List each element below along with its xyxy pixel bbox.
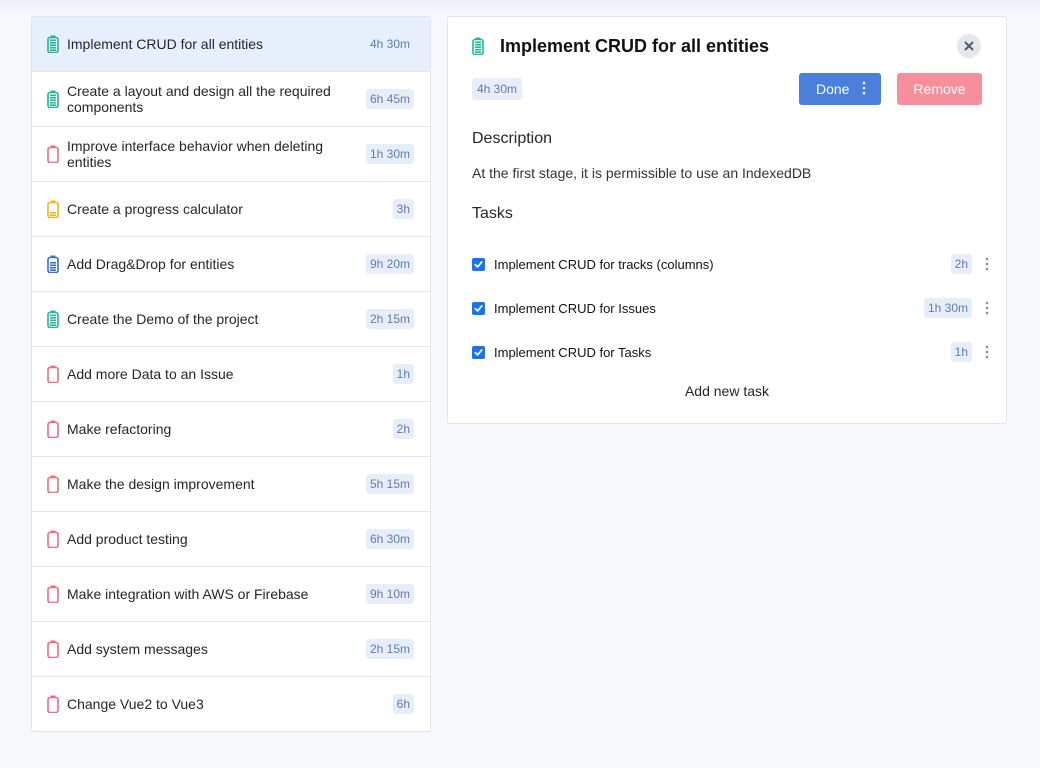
battery-icon (47, 530, 59, 548)
done-button-label: Done (816, 81, 850, 97)
estimate-badge: 4h 30m (472, 78, 523, 100)
issue-list-item[interactable]: Add product testing 6h 30m (32, 512, 430, 567)
task-estimate-badge: 2h (950, 254, 972, 274)
battery-icon (47, 585, 59, 603)
task-title: Implement CRUD for tracks (columns) (494, 256, 714, 272)
task-estimate-badge: 1h (950, 342, 972, 362)
estimate-badge: 1h (392, 364, 414, 384)
done-button[interactable]: Done (799, 73, 881, 105)
estimate-badge: 1h 30m (365, 144, 414, 164)
remove-button[interactable]: Remove (897, 73, 982, 105)
issue-list-item[interactable]: Create the Demo of the project 2h 15m (32, 292, 430, 347)
estimate-badge: 6h (392, 694, 414, 714)
top-shadow (0, 0, 1040, 14)
estimate-badge: 6h 30m (365, 529, 414, 549)
issue-list-item[interactable]: Create a progress calculator 3h (32, 182, 430, 237)
description-text: At the first stage, it is permissible to… (472, 165, 812, 181)
task-checkbox[interactable] (472, 257, 485, 271)
add-new-task-button[interactable]: Add new task (448, 383, 1006, 399)
issue-title: Add more Data to an Issue (67, 366, 234, 382)
estimate-badge: 6h 45m (365, 89, 414, 109)
close-icon (964, 41, 974, 51)
battery-icon (47, 145, 59, 163)
estimate-badge: 9h 10m (365, 584, 414, 604)
close-button[interactable] (957, 34, 981, 58)
issue-title: Add Drag&Drop for entities (67, 256, 235, 272)
battery-icon (47, 255, 59, 273)
issue-title: Change Vue2 to Vue3 (67, 696, 204, 712)
battery-icon (47, 365, 59, 383)
estimate-badge: 4h 30m (369, 37, 410, 51)
battery-icon (47, 695, 59, 713)
issue-title: Implement CRUD for all entities (67, 36, 264, 52)
task-title: Implement CRUD for Tasks (494, 344, 652, 360)
battery-icon (47, 310, 59, 328)
issue-detail-panel: Implement CRUD for all entities 4h 30m D… (447, 16, 1007, 424)
issue-list: Implement CRUD for all entities 4h 30m Cre… (31, 16, 431, 732)
issue-title: Create the Demo of the project (67, 311, 259, 327)
kebab-icon[interactable] (862, 80, 866, 99)
battery-icon (47, 475, 59, 493)
issue-title: Improve interface behavior when deleting… (67, 138, 324, 170)
issue-list-item[interactable]: Implement CRUD for all entities 4h 30m (32, 17, 430, 72)
issue-title: Make refactoring (67, 421, 172, 437)
battery-icon (47, 420, 59, 438)
battery-icon (472, 37, 484, 55)
issue-title: Create a progress calculator (67, 201, 243, 217)
task-checkbox[interactable] (472, 301, 485, 315)
kebab-icon[interactable] (982, 344, 992, 360)
issue-list-item[interactable]: Change Vue2 to Vue3 6h (32, 677, 430, 731)
issue-list-item[interactable]: Improve interface behavior when deleting… (32, 127, 430, 182)
issue-title: Create a layout and design all the requi… (67, 83, 331, 115)
issue-title: Make integration with AWS or Firebase (67, 586, 309, 602)
issue-title: Add system messages (67, 641, 208, 657)
estimate-badge: 3h (392, 199, 414, 219)
estimate-badge: 2h 15m (365, 309, 414, 329)
issue-list-item[interactable]: Add system messages 2h 15m (32, 622, 430, 677)
issue-list-item[interactable]: Make the design improvement 5h 15m (32, 457, 430, 512)
task-checkbox[interactable] (472, 345, 485, 359)
issue-title: Make the design improvement (67, 476, 255, 492)
battery-icon (47, 90, 59, 108)
battery-icon (47, 35, 59, 53)
task-item: Implement CRUD for Tasks 1h (472, 341, 992, 363)
battery-icon (47, 640, 59, 658)
kebab-icon[interactable] (982, 300, 992, 316)
estimate-badge: 2h (392, 419, 414, 439)
description-heading: Description (472, 130, 553, 147)
issue-detail-title: Implement CRUD for all entities (500, 36, 770, 56)
task-title: Implement CRUD for Issues (494, 300, 656, 316)
estimate-badge: 2h 15m (365, 639, 414, 659)
task-estimate-badge: 1h 30m (923, 298, 972, 318)
issue-list-item[interactable]: Add more Data to an Issue 1h (32, 347, 430, 402)
estimate-badge: 5h 15m (365, 474, 414, 494)
task-item: Implement CRUD for Issues 1h 30m (472, 297, 992, 319)
task-item: Implement CRUD for tracks (columns) 2h (472, 253, 992, 275)
issue-list-item[interactable]: Make refactoring 2h (32, 402, 430, 457)
issue-title: Add product testing (67, 531, 188, 547)
kebab-icon[interactable] (982, 256, 992, 272)
tasks-heading: Tasks (472, 205, 513, 222)
estimate-badge: 9h 20m (365, 254, 414, 274)
issue-list-item[interactable]: Add Drag&Drop for entities 9h 20m (32, 237, 430, 292)
issue-list-item[interactable]: Create a layout and design all the requi… (32, 72, 430, 127)
issue-list-item[interactable]: Make integration with AWS or Firebase 9h … (32, 567, 430, 622)
battery-icon (47, 200, 59, 218)
